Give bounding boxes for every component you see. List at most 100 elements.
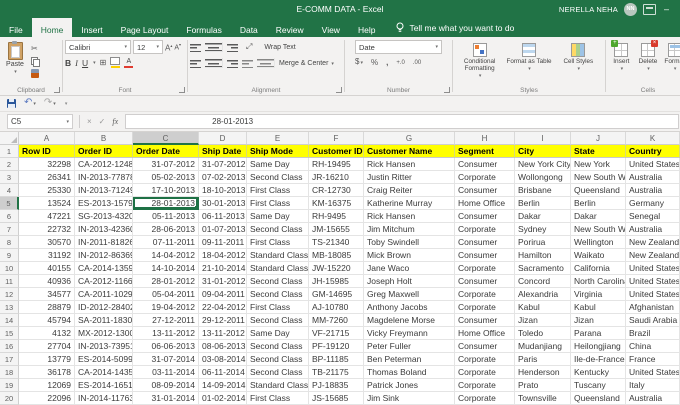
cell-I4[interactable]: Brisbane	[515, 184, 571, 197]
cell-G19[interactable]: Patrick Jones	[364, 379, 455, 392]
format-as-table-button[interactable]: Format as Table ▾	[506, 40, 552, 85]
cell-I14[interactable]: Jizan	[515, 314, 571, 327]
cell-I19[interactable]: Prato	[515, 379, 571, 392]
row-header-20[interactable]: 20	[0, 392, 19, 405]
cell-A19[interactable]: 12069	[19, 379, 75, 392]
cell-styles-button[interactable]: Cell Styles ▾	[555, 40, 601, 85]
cell-G10[interactable]: Jane Waco	[364, 262, 455, 275]
ribbon-display-options-icon[interactable]	[642, 3, 656, 15]
avatar[interactable]: NN	[623, 2, 637, 16]
number-format-select[interactable]: Date ▾	[355, 40, 442, 54]
column-header-D[interactable]: D	[199, 132, 247, 145]
cell-J5[interactable]: Berlin	[571, 197, 626, 210]
cell-A11[interactable]: 40936	[19, 275, 75, 288]
cell-F10[interactable]: JW-15220	[309, 262, 364, 275]
cell-B7[interactable]: IN-2013-42360	[75, 223, 133, 236]
save-icon[interactable]	[7, 99, 16, 108]
cell-F9[interactable]: MB-18085	[309, 249, 364, 262]
cell-H9[interactable]: Consumer	[455, 249, 515, 262]
column-header-E[interactable]: E	[247, 132, 309, 145]
decrease-indent-icon[interactable]	[242, 58, 253, 68]
cell-C18[interactable]: 03-11-2014	[133, 366, 199, 379]
cell-C16[interactable]: 06-06-2013	[133, 340, 199, 353]
cell-I16[interactable]: Mudanjiang	[515, 340, 571, 353]
merge-center-button[interactable]: Merge & Center ▾	[279, 60, 334, 67]
cell-A18[interactable]: 36178	[19, 366, 75, 379]
row-header-17[interactable]: 17	[0, 353, 19, 366]
cell-K19[interactable]: Italy	[626, 379, 680, 392]
row-header-18[interactable]: 18	[0, 366, 19, 379]
alignment-dialog-launcher-icon[interactable]	[336, 87, 342, 93]
tell-me-box[interactable]: Tell me what you want to do	[396, 18, 514, 37]
format-cells-button[interactable]: Format ▾	[663, 40, 680, 85]
cell-H20[interactable]: Corporate	[455, 392, 515, 405]
cell-K3[interactable]: Australia	[626, 171, 680, 184]
paste-button[interactable]: Paste ▾	[2, 40, 28, 85]
header-cell-H[interactable]: Segment	[455, 145, 515, 158]
cell-H7[interactable]: Corporate	[455, 223, 515, 236]
cell-C14[interactable]: 27-12-2011	[133, 314, 199, 327]
cell-F19[interactable]: PJ-18835	[309, 379, 364, 392]
row-header-5[interactable]: 5	[0, 197, 19, 210]
cell-J19[interactable]: Tuscany	[571, 379, 626, 392]
decrease-decimal-icon[interactable]: .00	[413, 58, 421, 68]
column-header-G[interactable]: G	[364, 132, 455, 145]
cell-K11[interactable]: United States	[626, 275, 680, 288]
undo-icon[interactable]: ↶▾	[24, 98, 36, 109]
header-cell-F[interactable]: Customer ID	[309, 145, 364, 158]
cell-H12[interactable]: Corporate	[455, 288, 515, 301]
cell-H2[interactable]: Consumer	[455, 158, 515, 171]
cell-E16[interactable]: Second Class	[247, 340, 309, 353]
cell-I15[interactable]: Toledo	[515, 327, 571, 340]
cell-G20[interactable]: Jim Sink	[364, 392, 455, 405]
cell-D4[interactable]: 18-10-2013	[199, 184, 247, 197]
cell-B5[interactable]: ES-2013-15793	[75, 197, 133, 210]
cell-H3[interactable]: Corporate	[455, 171, 515, 184]
cell-H4[interactable]: Consumer	[455, 184, 515, 197]
cell-G9[interactable]: Mick Brown	[364, 249, 455, 262]
cell-E13[interactable]: First Class	[247, 301, 309, 314]
cell-F8[interactable]: TS-21340	[309, 236, 364, 249]
tab-file[interactable]: File	[0, 18, 32, 37]
cell-B16[interactable]: IN-2013-73951	[75, 340, 133, 353]
percent-style-icon[interactable]: %	[371, 58, 378, 68]
row-header-12[interactable]: 12	[0, 288, 19, 301]
cell-I5[interactable]: Berlin	[515, 197, 571, 210]
cell-K2[interactable]: United States	[626, 158, 680, 171]
cell-C10[interactable]: 14-10-2014	[133, 262, 199, 275]
insert-function-icon[interactable]: fx	[112, 117, 118, 126]
cell-D8[interactable]: 09-11-2011	[199, 236, 247, 249]
cell-E2[interactable]: Same Day	[247, 158, 309, 171]
tab-home[interactable]: Home	[31, 18, 73, 37]
cell-D9[interactable]: 18-04-2012	[199, 249, 247, 262]
row-header-7[interactable]: 7	[0, 223, 19, 236]
cell-B20[interactable]: IN-2014-11763	[75, 392, 133, 405]
row-header-9[interactable]: 9	[0, 249, 19, 262]
cell-E11[interactable]: Second Class	[247, 275, 309, 288]
cell-F2[interactable]: RH-19495	[309, 158, 364, 171]
cell-G18[interactable]: Thomas Boland	[364, 366, 455, 379]
cell-A13[interactable]: 28879	[19, 301, 75, 314]
formula-input[interactable]: 28-01-2013	[125, 114, 679, 129]
row-header-14[interactable]: 14	[0, 314, 19, 327]
cell-H11[interactable]: Consumer	[455, 275, 515, 288]
cell-B10[interactable]: CA-2014-13590	[75, 262, 133, 275]
cell-A17[interactable]: 13779	[19, 353, 75, 366]
cell-A9[interactable]: 31192	[19, 249, 75, 262]
tab-review[interactable]: Review	[267, 18, 313, 37]
cut-icon[interactable]: ✂	[31, 44, 40, 54]
cell-D2[interactable]: 31-07-2012	[199, 158, 247, 171]
cell-J2[interactable]: New York	[571, 158, 626, 171]
header-cell-G[interactable]: Customer Name	[364, 145, 455, 158]
cell-G8[interactable]: Toby Swindell	[364, 236, 455, 249]
cell-K16[interactable]: China	[626, 340, 680, 353]
row-header-8[interactable]: 8	[0, 236, 19, 249]
bottom-align-icon[interactable]	[227, 42, 238, 52]
column-header-C[interactable]: C	[133, 132, 199, 145]
cell-A20[interactable]: 22096	[19, 392, 75, 405]
format-painter-icon[interactable]	[31, 69, 39, 78]
cell-J17[interactable]: Ile-de-France	[571, 353, 626, 366]
cell-A7[interactable]: 22732	[19, 223, 75, 236]
tab-formulas[interactable]: Formulas	[177, 18, 230, 37]
cell-H15[interactable]: Home Office	[455, 327, 515, 340]
